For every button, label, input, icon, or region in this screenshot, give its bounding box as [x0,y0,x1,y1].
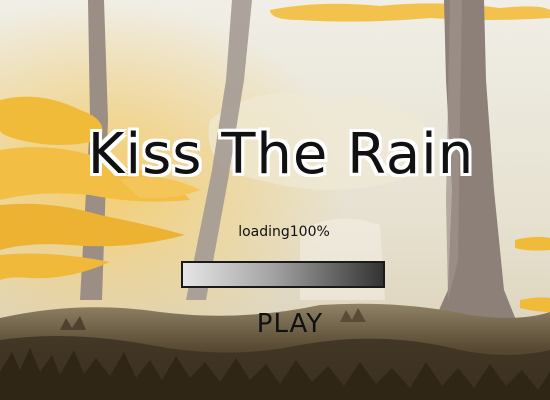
autumn-forest-background [0,0,550,400]
loading-progress-bar [181,261,385,288]
game-screen: Kiss The Rain loading100% PLAY [0,0,550,400]
play-button[interactable]: PLAY [230,309,350,339]
game-title: Kiss The Rain [87,122,475,187]
loading-progress-fill [183,263,383,286]
loading-status-text: loading100% [238,224,330,240]
